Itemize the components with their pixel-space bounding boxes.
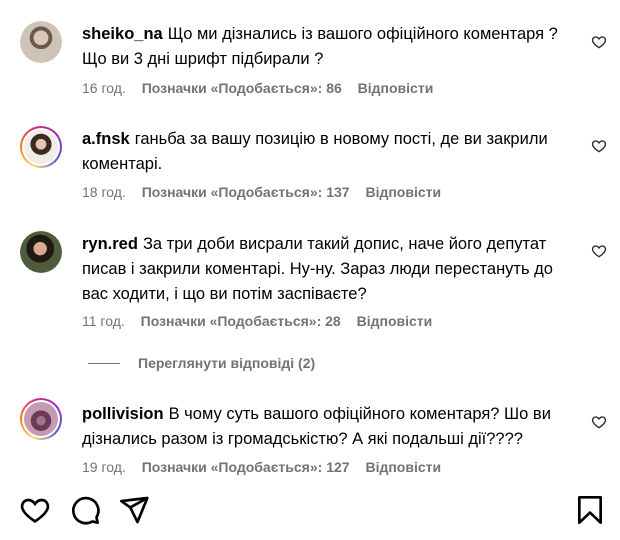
reply-button[interactable]: Відповісти <box>357 313 433 329</box>
comment-username[interactable]: a.fnsk <box>82 130 130 148</box>
comment-likes[interactable]: Позначки «Подобається»: 137 <box>142 184 350 200</box>
comment-likes[interactable]: Позначки «Подобається»: 127 <box>142 459 350 475</box>
heart-icon[interactable] <box>19 494 51 526</box>
user-avatar-story-ring[interactable] <box>20 398 62 440</box>
paper-plane-icon[interactable] <box>118 494 150 526</box>
comment-meta: 18 год. Позначки «Подобається»: 137 Відп… <box>82 184 453 200</box>
comment-body: ryn.red За три доби висрали такий допис, … <box>82 232 582 307</box>
reply-button[interactable]: Відповісти <box>365 459 441 475</box>
comment-likes[interactable]: Позначки «Подобається»: 86 <box>142 80 342 96</box>
comment-username[interactable]: sheiko_na <box>82 25 163 43</box>
reply-button[interactable]: Відповісти <box>365 184 441 200</box>
reply-button[interactable]: Відповісти <box>358 80 434 96</box>
comment-body: pollivision В чому суть вашого офіційного… <box>82 402 582 452</box>
replies-divider-line <box>88 362 120 364</box>
user-avatar[interactable] <box>20 21 62 63</box>
comments-list: sheiko_na Що ми дізнались із вашого офіці… <box>0 0 620 480</box>
like-heart-icon[interactable] <box>591 414 607 430</box>
user-avatar-story-ring[interactable] <box>20 126 62 168</box>
like-heart-icon[interactable] <box>591 138 607 154</box>
comment-likes[interactable]: Позначки «Подобається»: 28 <box>141 313 341 329</box>
comment-username[interactable]: ryn.red <box>82 235 138 253</box>
like-heart-icon[interactable] <box>591 34 607 50</box>
comment-icon[interactable] <box>69 494 101 526</box>
comment-meta: 16 год. Позначки «Подобається»: 86 Відпо… <box>82 80 445 96</box>
like-heart-icon[interactable] <box>591 243 607 259</box>
comment-username[interactable]: pollivision <box>82 405 164 423</box>
comment-time[interactable]: 19 год. <box>82 459 126 475</box>
post-action-bar <box>0 486 620 540</box>
comment-time[interactable]: 16 год. <box>82 80 126 96</box>
comment-text: За три доби висрали такий допис, наче йо… <box>82 235 553 303</box>
comment-body: a.fnsk ганьба за вашу позицію в новому по… <box>82 127 582 177</box>
comment-time[interactable]: 18 год. <box>82 184 126 200</box>
comment-text: ганьба за вашу позицію в новому пості, д… <box>82 130 548 173</box>
view-replies-button[interactable]: Переглянути відповіді (2) <box>88 354 315 372</box>
comment-body: sheiko_na Що ми дізнались із вашого офіці… <box>82 22 582 72</box>
view-replies-label: Переглянути відповіді (2) <box>138 355 316 371</box>
comment-meta: 19 год. Позначки «Подобається»: 127 Відп… <box>82 459 453 475</box>
bookmark-icon[interactable] <box>574 494 606 526</box>
comment-time[interactable]: 11 год. <box>82 313 125 329</box>
user-avatar[interactable] <box>20 231 62 273</box>
comment-meta: 11 год. Позначки «Подобається»: 28 Відпо… <box>82 313 444 329</box>
